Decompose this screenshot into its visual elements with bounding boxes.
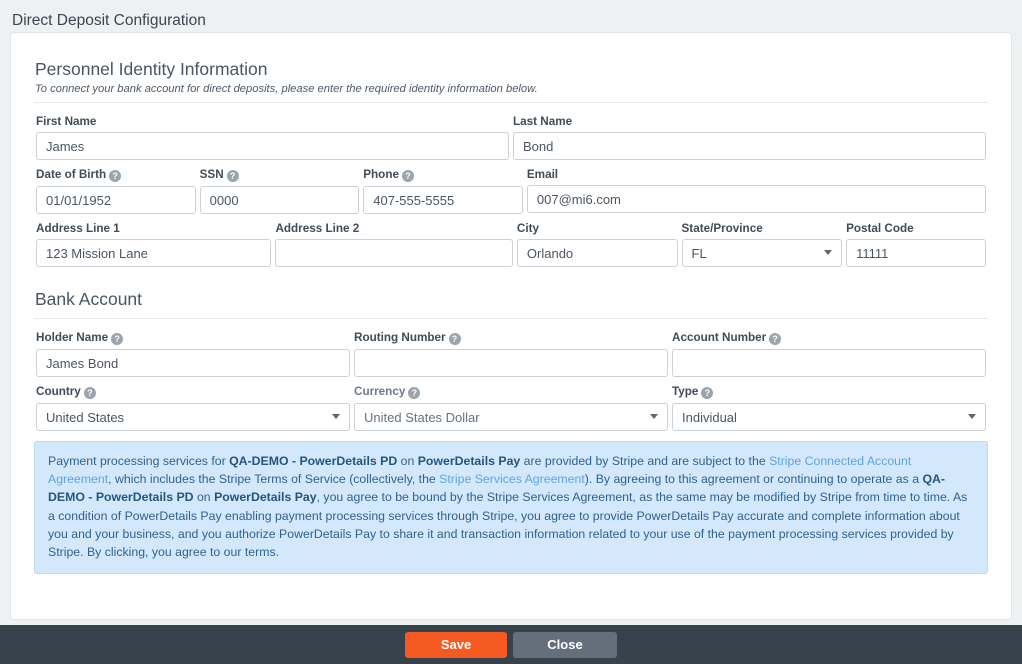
last-name-group: Last Name	[511, 115, 988, 160]
ssn-group: SSN?	[198, 168, 362, 214]
email-group: Email	[525, 168, 988, 214]
address-row: Address Line 1 Address Line 2 City State…	[28, 222, 994, 267]
address2-input[interactable]	[275, 239, 513, 267]
country-select-wrap	[36, 403, 350, 431]
address1-group: Address Line 1	[34, 222, 273, 267]
country-label: Country?	[36, 385, 350, 399]
address1-input[interactable]	[36, 239, 272, 267]
disclaimer-text-1: Payment processing services for	[48, 454, 230, 468]
disclaimer-text-4: , which includes the Stripe Terms of Ser…	[108, 472, 440, 487]
identity-divider	[34, 102, 988, 103]
state-label: State/Province	[681, 222, 763, 235]
disclaimer-bold-1: QA-DEMO - PowerDetails PD	[229, 454, 398, 468]
ssn-input[interactable]	[199, 186, 360, 214]
address1-label: Address Line 1	[36, 222, 120, 235]
city-input[interactable]	[516, 239, 678, 267]
postal-input[interactable]	[846, 239, 986, 267]
help-icon[interactable]: ?	[448, 333, 461, 345]
disclaimer-text-6: on	[193, 490, 215, 505]
state-group: State/Province	[680, 222, 845, 267]
currency-label: Currency?	[354, 385, 668, 399]
phone-label: Phone?	[363, 168, 523, 182]
holder-name-input[interactable]	[36, 349, 350, 377]
last-name-input[interactable]	[513, 132, 986, 160]
dob-ssn-phone-email-row: Date of Birth? SSN? Phone? Email	[28, 168, 994, 214]
country-select[interactable]	[36, 403, 350, 431]
identity-section-heading: Personnel Identity Information	[35, 59, 268, 79]
account-number-group: Account Number?	[670, 331, 988, 377]
help-icon[interactable]: ?	[769, 333, 782, 345]
first-name-label: First Name	[36, 115, 97, 128]
name-row: First Name Last Name	[28, 115, 994, 160]
ssn-label: SSN?	[200, 168, 360, 182]
disclaimer-text-2: on	[397, 454, 418, 468]
account-number-input[interactable]	[672, 349, 986, 377]
currency-select[interactable]	[354, 403, 668, 431]
dob-input[interactable]	[36, 186, 196, 214]
help-icon[interactable]: ?	[226, 170, 239, 182]
city-label: City	[516, 222, 539, 235]
disclaimer-bold-2: PowerDetails Pay	[417, 454, 521, 468]
address2-group: Address Line 2	[273, 222, 514, 267]
type-select[interactable]	[672, 403, 986, 431]
holder-name-group: Holder Name?	[34, 331, 352, 377]
disclaimer-text-3: are provided by Stripe and are subject t…	[520, 454, 770, 468]
page-title: Direct Deposit Configuration	[12, 12, 206, 29]
city-group: City	[515, 222, 680, 267]
close-button[interactable]: Close	[513, 631, 617, 658]
stripe-disclaimer: Payment processing services for QA-DEMO …	[34, 441, 988, 575]
first-name-input[interactable]	[36, 132, 509, 160]
country-group: Country?	[34, 385, 352, 431]
type-select-wrap	[672, 403, 986, 431]
stripe-services-agreement-link[interactable]: Stripe Services Agreement	[439, 472, 585, 486]
footer-bar: Save Close	[0, 625, 1022, 664]
help-icon[interactable]: ?	[408, 387, 421, 399]
postal-group: Postal Code	[844, 222, 988, 267]
help-icon[interactable]: ?	[109, 170, 122, 182]
first-name-group: First Name	[34, 115, 511, 160]
state-select-wrap	[681, 239, 843, 267]
routing-number-input[interactable]	[354, 349, 668, 377]
help-icon[interactable]: ?	[83, 387, 96, 399]
identity-section-subheading: To connect your bank account for direct …	[35, 83, 538, 95]
state-select[interactable]	[681, 239, 843, 267]
currency-select-wrap	[354, 403, 668, 431]
postal-label: Postal Code	[846, 222, 914, 235]
save-button[interactable]: Save	[405, 631, 507, 658]
last-name-label: Last Name	[513, 115, 573, 128]
help-icon[interactable]: ?	[701, 387, 714, 399]
bank-fields-row-2: Country? Currency? Type?	[28, 385, 994, 431]
type-group: Type?	[670, 385, 988, 431]
email-label: Email	[526, 168, 559, 181]
bank-divider	[34, 318, 988, 319]
type-label: Type?	[672, 385, 986, 399]
currency-group: Currency?	[352, 385, 670, 431]
disclaimer-text-5: ). By agreeing to this agreement or cont…	[584, 472, 923, 487]
email-input[interactable]	[526, 185, 987, 213]
bank-section-heading: Bank Account	[35, 289, 143, 309]
bank-fields-row-1: Holder Name? Routing Number? Account Num…	[28, 331, 994, 377]
help-icon[interactable]: ?	[111, 333, 124, 345]
phone-group: Phone?	[361, 168, 525, 214]
routing-number-label: Routing Number?	[354, 331, 668, 345]
dob-group: Date of Birth?	[34, 168, 198, 214]
address2-label: Address Line 2	[275, 222, 360, 235]
holder-name-label: Holder Name?	[36, 331, 350, 345]
disclaimer-bold-4: PowerDetails Pay	[214, 490, 317, 505]
config-card: Personnel Identity Information To connec…	[10, 32, 1012, 620]
routing-number-group: Routing Number?	[352, 331, 670, 377]
dob-label: Date of Birth?	[36, 168, 196, 182]
help-icon[interactable]: ?	[401, 170, 414, 182]
account-number-label: Account Number?	[672, 331, 986, 345]
phone-input[interactable]	[363, 186, 523, 214]
